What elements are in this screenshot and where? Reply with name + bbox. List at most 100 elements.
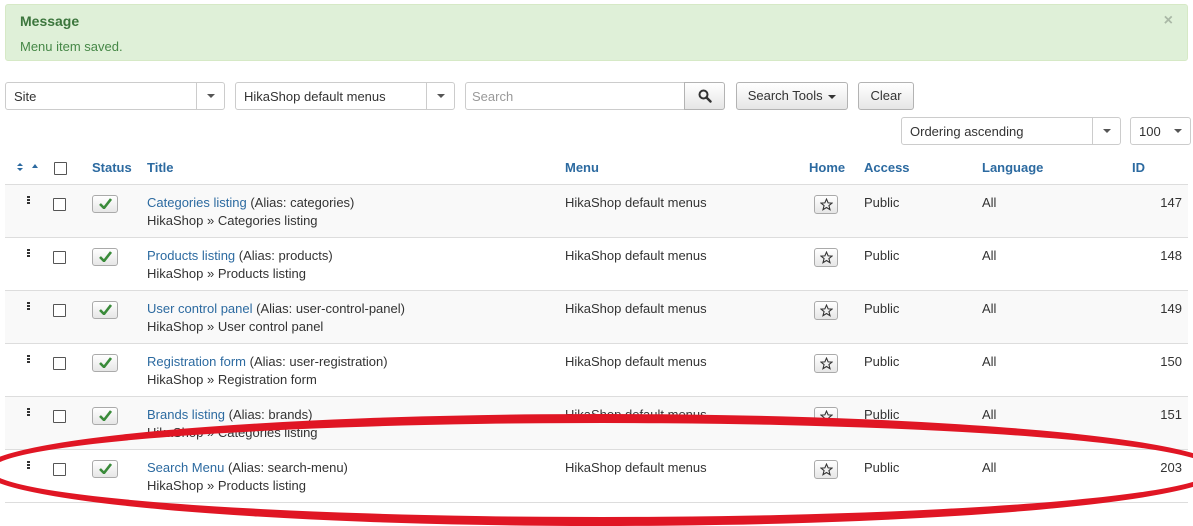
set-home-button[interactable] bbox=[814, 195, 838, 214]
home-cell bbox=[809, 290, 864, 344]
menu-cell: HikaShop default menus bbox=[565, 396, 809, 450]
status-toggle-button[interactable] bbox=[92, 407, 118, 425]
status-toggle-button[interactable] bbox=[92, 248, 118, 266]
id-cell: 149 bbox=[1132, 290, 1188, 344]
row-checkbox[interactable] bbox=[53, 304, 66, 317]
alias-text: (Alias: brands) bbox=[228, 407, 313, 422]
home-header[interactable]: Home bbox=[809, 151, 864, 185]
set-home-button[interactable] bbox=[814, 248, 838, 267]
access-value: Public bbox=[864, 460, 900, 475]
access-cell: Public bbox=[864, 343, 982, 397]
language-value: All bbox=[982, 407, 997, 422]
alias-text: (Alias: user-control-panel) bbox=[256, 301, 405, 316]
status-toggle-button[interactable] bbox=[92, 195, 118, 213]
alias-text: (Alias: search-menu) bbox=[227, 460, 348, 475]
menu-select[interactable]: HikaShop default menus bbox=[235, 82, 455, 110]
id-value: 151 bbox=[1160, 407, 1182, 422]
drag-handle-icon[interactable] bbox=[27, 249, 30, 257]
id-cell: 151 bbox=[1132, 396, 1188, 450]
menu-path-text: HikaShop » User control panel bbox=[147, 319, 324, 334]
dropdown-toggle[interactable] bbox=[1168, 118, 1190, 144]
menu-name: HikaShop default menus bbox=[565, 248, 707, 263]
dropdown-toggle[interactable] bbox=[1092, 118, 1120, 144]
access-cell: Public bbox=[864, 237, 982, 291]
drag-handle-icon[interactable] bbox=[27, 196, 30, 204]
ordering-select[interactable]: Ordering ascending bbox=[901, 117, 1121, 145]
check-icon bbox=[99, 198, 112, 209]
table-row: Search Menu (Alias: search-menu) HikaSho… bbox=[5, 449, 1188, 503]
star-icon bbox=[819, 409, 833, 423]
row-checkbox[interactable] bbox=[53, 357, 66, 370]
drag-cell bbox=[5, 449, 53, 503]
drag-cell bbox=[5, 343, 53, 397]
language-cell: All bbox=[982, 343, 1132, 397]
sort-icon[interactable] bbox=[15, 160, 41, 175]
title-cell: Brands listing (Alias: brands) HikaShop … bbox=[147, 396, 565, 450]
set-home-button[interactable] bbox=[814, 407, 838, 426]
title-link[interactable]: Registration form bbox=[147, 354, 246, 369]
title-header[interactable]: Title bbox=[147, 151, 565, 185]
menu-cell: HikaShop default menus bbox=[565, 449, 809, 503]
table-row: Brands listing (Alias: brands) HikaShop … bbox=[5, 396, 1188, 450]
message-alert: Message Menu item saved. × bbox=[5, 4, 1188, 61]
alert-text: Menu item saved. bbox=[20, 39, 123, 54]
language-value: All bbox=[982, 460, 997, 475]
language-cell: All bbox=[982, 184, 1132, 238]
menu-cell: HikaShop default menus bbox=[565, 184, 809, 238]
id-cell: 147 bbox=[1132, 184, 1188, 238]
access-value: Public bbox=[864, 354, 900, 369]
set-home-button[interactable] bbox=[814, 301, 838, 320]
language-value: All bbox=[982, 195, 997, 210]
drag-cell bbox=[5, 290, 53, 344]
limit-select[interactable]: 100 bbox=[1130, 117, 1191, 145]
select-all-checkbox[interactable] bbox=[54, 162, 67, 176]
access-header[interactable]: Access bbox=[864, 151, 982, 185]
status-header[interactable]: Status bbox=[92, 151, 147, 185]
set-home-button[interactable] bbox=[814, 354, 838, 373]
menu-header[interactable]: Menu bbox=[565, 151, 809, 185]
star-icon bbox=[819, 462, 833, 476]
ordering-sort-header[interactable] bbox=[5, 151, 53, 185]
title-link[interactable]: Products listing bbox=[147, 248, 235, 263]
language-cell: All bbox=[982, 449, 1132, 503]
drag-handle-icon[interactable] bbox=[27, 408, 30, 416]
title-link[interactable]: User control panel bbox=[147, 301, 253, 316]
clear-button[interactable]: Clear bbox=[858, 82, 914, 110]
row-checkbox[interactable] bbox=[53, 251, 66, 264]
title-link[interactable]: Search Menu bbox=[147, 460, 224, 475]
language-cell: All bbox=[982, 237, 1132, 291]
menu-cell: HikaShop default menus bbox=[565, 343, 809, 397]
table-row: Categories listing (Alias: categories) H… bbox=[5, 184, 1188, 238]
row-checkbox[interactable] bbox=[53, 410, 66, 423]
id-header[interactable]: ID bbox=[1132, 151, 1188, 185]
row-checkbox[interactable] bbox=[53, 198, 66, 211]
client-select[interactable]: Site bbox=[5, 82, 225, 110]
drag-handle-icon[interactable] bbox=[27, 302, 30, 310]
drag-handle-icon[interactable] bbox=[27, 461, 30, 469]
dropdown-toggle[interactable] bbox=[196, 83, 224, 109]
status-toggle-button[interactable] bbox=[92, 354, 118, 372]
menu-path-text: HikaShop » Products listing bbox=[147, 266, 306, 281]
close-icon[interactable]: × bbox=[1164, 12, 1173, 30]
set-home-button[interactable] bbox=[814, 460, 838, 479]
title-link[interactable]: Categories listing bbox=[147, 195, 247, 210]
checkbox-cell bbox=[53, 343, 92, 397]
status-toggle-button[interactable] bbox=[92, 460, 118, 478]
language-header[interactable]: Language bbox=[982, 151, 1132, 185]
search-tools-button[interactable]: Search Tools bbox=[736, 82, 848, 110]
access-cell: Public bbox=[864, 449, 982, 503]
check-icon bbox=[99, 410, 112, 421]
search-button[interactable] bbox=[684, 82, 725, 110]
id-cell: 150 bbox=[1132, 343, 1188, 397]
title-link[interactable]: Brands listing bbox=[147, 407, 225, 422]
client-select-value: Site bbox=[14, 89, 37, 104]
title-cell: Registration form (Alias: user-registrat… bbox=[147, 343, 565, 397]
search-field[interactable] bbox=[465, 82, 685, 110]
status-cell bbox=[92, 343, 147, 397]
table-row: Products listing (Alias: products) HikaS… bbox=[5, 237, 1188, 291]
drag-handle-icon[interactable] bbox=[27, 355, 30, 363]
status-toggle-button[interactable] bbox=[92, 301, 118, 319]
dropdown-toggle[interactable] bbox=[426, 83, 454, 109]
search-input[interactable] bbox=[466, 83, 683, 109]
row-checkbox[interactable] bbox=[53, 463, 66, 476]
